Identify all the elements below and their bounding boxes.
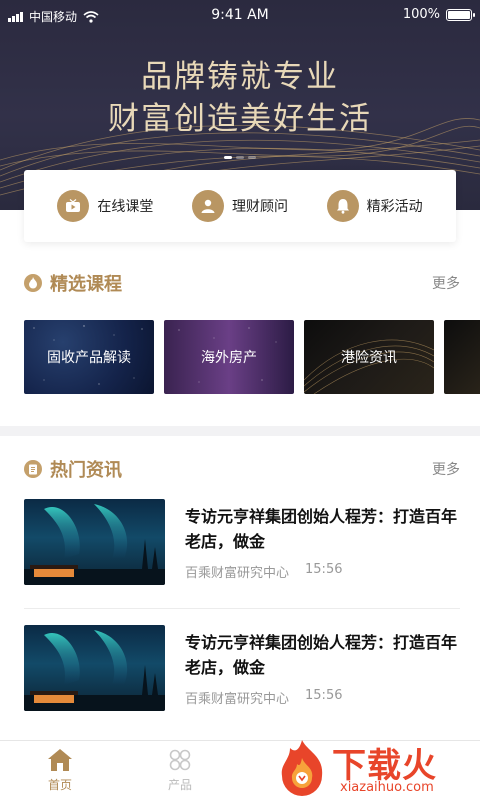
news-thumbnail	[24, 499, 165, 585]
news-title: 热门资讯	[50, 460, 122, 481]
tab-label: 产品	[167, 778, 192, 792]
course-label: 海外房产	[201, 350, 257, 366]
divider	[24, 608, 460, 609]
hero-title: 品牌铸就专业 财富创造美好生活	[0, 56, 480, 140]
courses-more-link[interactable]: 更多	[432, 273, 460, 293]
flame-icon	[24, 274, 42, 292]
news-item[interactable]: 专访元亨祥集团创始人程芳：打造百年老店，做金 百乘财富研究中心 15:56	[24, 625, 460, 713]
quick-link-label: 在线课堂	[97, 199, 154, 215]
tab-home[interactable]: 首页	[0, 741, 120, 800]
news-item[interactable]: 专访元亨祥集团创始人程芳：打造百年老店，做金 百乘财富研究中心 15:56	[24, 499, 460, 587]
quick-link-online-class[interactable]: 在线课堂	[57, 190, 153, 222]
courses-carousel[interactable]: 固收产品解读 海外房产 港险资讯	[24, 320, 480, 394]
news-source: 百乘财富研究中心	[185, 692, 290, 707]
course-card-partial[interactable]	[444, 320, 480, 394]
hero-title-line1: 品牌铸就专业	[141, 59, 339, 95]
course-label: 固收产品解读	[47, 350, 131, 366]
news-source: 百乘财富研究中心	[185, 566, 290, 581]
status-bar: 中国移动 9:41 AM 100%	[0, 0, 480, 32]
courses-title: 精选课程	[50, 274, 122, 295]
carousel-dot	[236, 156, 244, 159]
tab-product[interactable]: 产品	[120, 741, 240, 800]
quick-link-advisor[interactable]: 理财顾问	[191, 190, 288, 222]
courses-header: 精选课程 更多	[24, 270, 460, 296]
news-headline: 专访元亨祥集团创始人程芳：打造百年老店，做金	[185, 633, 458, 677]
course-card[interactable]: 海外房产	[164, 320, 294, 394]
document-icon	[24, 460, 42, 478]
news-time: 15:56	[305, 688, 343, 703]
home-icon	[48, 749, 72, 771]
news-headline: 专访元亨祥集团创始人程芳：打造百年老店，做金	[185, 507, 458, 551]
news-more-link[interactable]: 更多	[432, 459, 460, 479]
quick-link-label: 精彩活动	[366, 199, 423, 215]
course-label: 港险资讯	[341, 350, 397, 366]
carousel-dot	[224, 156, 232, 159]
quick-link-events[interactable]: 精彩活动	[326, 190, 423, 222]
courses-section: 精选课程 更多 固收产品解读 海外房产 港险资讯	[0, 210, 480, 426]
quick-links-card: 在线课堂 理财顾问 精彩活动	[24, 170, 456, 242]
aurora-image	[24, 504, 165, 585]
bell-icon	[326, 190, 359, 222]
product-icon	[169, 749, 191, 771]
flame-logo-icon	[281, 740, 323, 796]
news-thumbnail	[24, 625, 165, 711]
course-card[interactable]: 固收产品解读	[24, 320, 154, 394]
carousel-dot	[248, 156, 256, 159]
battery-icon	[446, 8, 475, 21]
tab-label: 首页	[47, 778, 72, 792]
watermark-subtext: xiazaihuo.com	[340, 780, 434, 795]
hero-title-line2: 财富创造美好生活	[108, 101, 372, 137]
battery-label: 100%	[402, 7, 440, 22]
aurora-image	[24, 630, 165, 711]
news-section: 热门资讯 更多 专访元亨祥集团创始人程芳：打造百年老店，做金 百乘财富研究中心 …	[0, 436, 480, 740]
quick-link-label: 理财顾问	[231, 199, 288, 215]
news-time: 15:56	[305, 562, 343, 577]
news-header: 热门资讯 更多	[24, 456, 460, 482]
carousel-dots	[0, 156, 480, 159]
watermark-logo: 下载火 xiazaihuo.com	[274, 736, 474, 800]
course-card[interactable]: 港险资讯	[304, 320, 434, 394]
play-tv-icon	[57, 190, 90, 222]
advisor-icon	[191, 190, 224, 222]
